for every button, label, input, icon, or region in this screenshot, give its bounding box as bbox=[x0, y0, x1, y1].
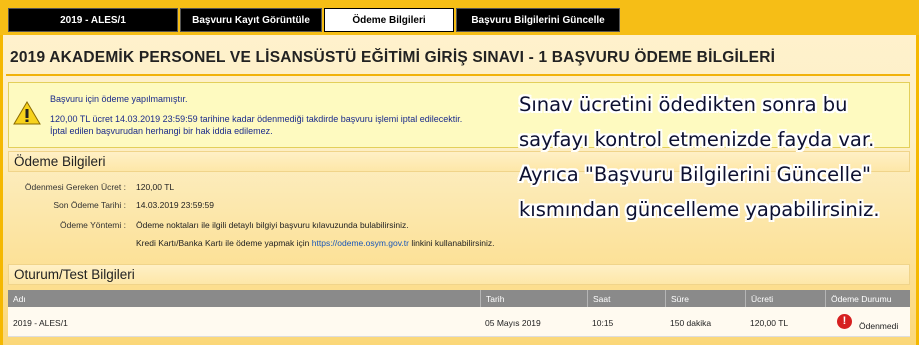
warning-triangle-icon bbox=[13, 101, 41, 125]
page-title: 2019 AKADEMİK PERSONEL VE LİSANSÜSTÜ EĞİ… bbox=[10, 49, 776, 66]
cell-time: 10:15 bbox=[592, 318, 614, 328]
cell-fee: 120,00 TL bbox=[750, 318, 789, 328]
amount-value: 120,00 TL bbox=[136, 182, 175, 192]
overlay-line-2: sayfayı kontrol etmenizde fayda var. bbox=[519, 128, 875, 151]
deadline-label: Son Ödeme Tarihi : bbox=[53, 200, 126, 210]
title-divider bbox=[6, 74, 910, 76]
method-value: Ödeme noktaları ile ilgili detaylı bilgi… bbox=[136, 220, 409, 230]
tab-bar: 2019 - ALES/1 Başvuru Kayıt Görüntüle Öd… bbox=[0, 0, 919, 35]
warning-cancel-notice: İptal edilen başvurudan herhangi bir hak… bbox=[50, 126, 273, 136]
tab-exam[interactable]: 2019 - ALES/1 bbox=[8, 8, 178, 32]
cell-name: 2019 - ALES/1 bbox=[13, 318, 68, 328]
session-section-heading: Oturum/Test Bilgileri bbox=[8, 264, 910, 285]
deadline-value: 14.03.2019 23:59:59 bbox=[136, 200, 214, 210]
method-label: Ödeme Yöntemi : bbox=[60, 220, 126, 230]
card-prefix: Kredi Kartı/Banka Kartı ile ödeme yapmak… bbox=[136, 238, 310, 248]
tab-payment-info[interactable]: Ödeme Bilgileri bbox=[324, 8, 454, 32]
overlay-line-1: Sınav ücretini ödedikten sonra bu bbox=[519, 93, 848, 116]
annotation-overlay: Sınav ücretini ödedikten sonra bu sayfay… bbox=[519, 87, 909, 235]
col-time: Saat bbox=[587, 290, 665, 307]
card-payment-text: Kredi Kartı/Banka Kartı ile ödeme yapmak… bbox=[136, 238, 494, 248]
col-fee: Ücreti bbox=[745, 290, 825, 307]
col-date: Tarih bbox=[480, 290, 587, 307]
warning-deadline: 120,00 TL ücret 14.03.2019 23:59:59 tari… bbox=[50, 114, 463, 124]
tab-update-application[interactable]: Başvuru Bilgilerini Güncelle bbox=[456, 8, 620, 32]
alert-circle-icon: ! bbox=[837, 314, 852, 329]
col-duration: Süre bbox=[665, 290, 745, 307]
cell-date: 05 Mayıs 2019 bbox=[485, 318, 541, 328]
table-header: Adı Tarih Saat Süre Ücreti Ödeme Durumu bbox=[8, 290, 910, 307]
amount-label: Ödenmesi Gereken Ücret : bbox=[24, 182, 126, 192]
session-table: Adı Tarih Saat Süre Ücreti Ödeme Durumu … bbox=[8, 290, 910, 345]
col-name: Adı bbox=[13, 294, 26, 304]
overlay-line-4: kısmından güncelleme yapabilirsiniz. bbox=[519, 198, 880, 221]
table-row: 2019 - ALES/1 05 Mayıs 2019 10:15 150 da… bbox=[8, 307, 910, 337]
payment-link[interactable]: https://odeme.osym.gov.tr bbox=[312, 238, 409, 248]
tab-application-view[interactable]: Başvuru Kayıt Görüntüle bbox=[180, 8, 322, 32]
cell-duration: 150 dakika bbox=[670, 318, 712, 328]
col-payment-status: Ödeme Durumu bbox=[825, 290, 910, 307]
card-suffix: linkini kullanabilirsiniz. bbox=[411, 238, 495, 248]
cell-status: Ödenmedi bbox=[859, 321, 899, 331]
overlay-line-3: Ayrıca "Başvuru Bilgilerini Güncelle" bbox=[519, 163, 871, 186]
warning-not-paid: Başvuru için ödeme yapılmamıştır. bbox=[50, 94, 188, 104]
